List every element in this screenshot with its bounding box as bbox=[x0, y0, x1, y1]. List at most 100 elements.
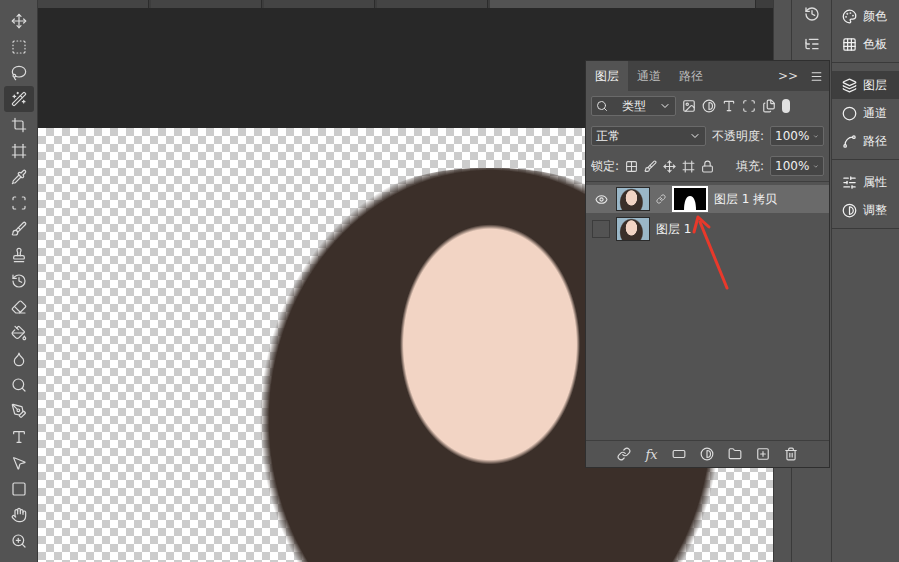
type-filter-icon[interactable] bbox=[722, 99, 736, 113]
pixel-filter-icon[interactable] bbox=[682, 99, 696, 113]
layer-row[interactable]: 图层 1 拷贝 bbox=[586, 185, 829, 213]
new-layer-icon[interactable] bbox=[756, 447, 770, 461]
tool-button[interactable] bbox=[4, 502, 34, 528]
tool-button[interactable] bbox=[4, 268, 34, 294]
layer-thumbnail bbox=[616, 217, 650, 241]
add-mask-icon[interactable] bbox=[672, 447, 686, 461]
tool-button[interactable] bbox=[4, 190, 34, 216]
tool-button[interactable] bbox=[4, 528, 34, 554]
tool-icon bbox=[11, 455, 27, 471]
mask-silhouette-icon bbox=[682, 194, 698, 210]
opacity-field[interactable]: 100% bbox=[770, 126, 824, 146]
tool-icon bbox=[11, 91, 27, 107]
lock-all-icon[interactable] bbox=[701, 160, 714, 173]
panel-icon bbox=[842, 106, 857, 121]
dock-item[interactable]: 图层 bbox=[832, 71, 899, 99]
tool-button[interactable] bbox=[4, 138, 34, 164]
overflow-button[interactable]: >> bbox=[772, 61, 804, 91]
blend-mode-dropdown[interactable]: 正常 bbox=[591, 126, 706, 146]
document-tab[interactable] bbox=[151, 0, 262, 8]
visibility-toggle[interactable] bbox=[592, 190, 610, 208]
document-tab[interactable] bbox=[377, 0, 488, 8]
tool-icon bbox=[11, 429, 27, 445]
panel-icon bbox=[842, 134, 857, 149]
tool-button[interactable] bbox=[4, 242, 34, 268]
tool-button[interactable] bbox=[4, 450, 34, 476]
tool-icon bbox=[11, 273, 27, 289]
dock-item[interactable]: 调整 bbox=[832, 196, 899, 224]
tool-button[interactable] bbox=[4, 398, 34, 424]
tool-button[interactable] bbox=[4, 112, 34, 138]
link-layers-icon[interactable] bbox=[617, 447, 631, 461]
tool-icon bbox=[11, 247, 27, 263]
document-tab[interactable] bbox=[490, 0, 756, 8]
history-icon[interactable] bbox=[804, 6, 820, 22]
tool-icon bbox=[11, 325, 27, 341]
tool-icon bbox=[11, 117, 27, 133]
tool-button[interactable] bbox=[4, 164, 34, 190]
list-icon[interactable] bbox=[804, 36, 820, 52]
panel-icon bbox=[842, 9, 857, 24]
filter-kind-dropdown[interactable]: 类型 bbox=[591, 96, 676, 116]
lock-label: 锁定: bbox=[591, 158, 619, 175]
smart-object-filter-icon[interactable] bbox=[762, 99, 776, 113]
chevron-icon bbox=[813, 131, 819, 142]
dock-item[interactable]: 色板 bbox=[832, 30, 899, 58]
dock-item[interactable]: 路径 bbox=[832, 127, 899, 155]
layers-panel: 图层通道路径>>类型正常不透明度:100%锁定:填充:100%图层 1 拷贝图层… bbox=[585, 60, 830, 468]
document-tabs bbox=[38, 0, 773, 8]
dock-item[interactable]: 通道 bbox=[832, 99, 899, 127]
photoshop-window: 颜色色板图层通道路径属性调整图层通道路径>>类型正常不透明度:100%锁定:填充… bbox=[0, 0, 899, 562]
panel-tab[interactable]: 路径 bbox=[670, 61, 712, 91]
visibility-toggle[interactable] bbox=[592, 220, 610, 238]
tool-button[interactable] bbox=[4, 86, 34, 112]
lock-transparency-icon[interactable] bbox=[625, 160, 638, 173]
tool-button[interactable] bbox=[4, 346, 34, 372]
dock-item[interactable]: 颜色 bbox=[832, 2, 899, 30]
adjustment-layer-icon[interactable] bbox=[700, 447, 714, 461]
tool-icon bbox=[11, 195, 27, 211]
chevron-icon bbox=[813, 161, 819, 172]
tool-icon bbox=[11, 351, 27, 367]
tool-button[interactable] bbox=[4, 8, 34, 34]
panel-tab[interactable]: 图层 bbox=[586, 61, 628, 91]
tool-button[interactable] bbox=[4, 216, 34, 242]
eye-icon bbox=[595, 193, 608, 206]
panel-icon bbox=[842, 37, 857, 52]
chain-icon[interactable] bbox=[656, 194, 666, 204]
adjustment-filter-icon[interactable] bbox=[702, 99, 716, 113]
blend-row: 正常不透明度: 100% bbox=[586, 121, 829, 151]
document-tab[interactable] bbox=[38, 0, 149, 8]
lock-artboard-icon[interactable] bbox=[682, 160, 695, 173]
layer-mask-thumbnail[interactable] bbox=[672, 186, 708, 212]
dock-group: 图层通道路径 bbox=[832, 71, 899, 160]
lock-position-icon[interactable] bbox=[663, 160, 676, 173]
dock-group: 颜色色板 bbox=[832, 2, 899, 63]
tool-button[interactable] bbox=[4, 34, 34, 60]
trash-icon[interactable] bbox=[784, 447, 798, 461]
menu-button[interactable] bbox=[804, 61, 829, 91]
tool-button[interactable] bbox=[4, 60, 34, 86]
search-icon bbox=[596, 100, 608, 112]
lock-pixels-icon[interactable] bbox=[644, 160, 657, 173]
panel-icon bbox=[842, 203, 857, 218]
document-tab[interactable] bbox=[264, 0, 375, 8]
dock-label: 属性 bbox=[863, 174, 887, 191]
tool-button[interactable] bbox=[4, 294, 34, 320]
menu-icon bbox=[810, 70, 823, 83]
tool-button[interactable] bbox=[4, 424, 34, 450]
dock-item[interactable]: 属性 bbox=[832, 168, 899, 196]
filter-toggle[interactable] bbox=[782, 99, 790, 113]
panel-tab[interactable]: 通道 bbox=[628, 61, 670, 91]
shape-filter-icon[interactable] bbox=[742, 99, 756, 113]
tool-icon bbox=[11, 169, 27, 185]
layer-name: 图层 1 拷贝 bbox=[714, 191, 777, 208]
layer-style-button[interactable]: fx bbox=[645, 447, 657, 462]
group-folder-icon[interactable] bbox=[728, 447, 742, 461]
tool-button[interactable] bbox=[4, 476, 34, 502]
tool-button[interactable] bbox=[4, 372, 34, 398]
opacity-label: 不透明度: bbox=[712, 128, 764, 145]
fill-field[interactable]: 100% bbox=[770, 156, 824, 176]
dock-label: 路径 bbox=[863, 133, 887, 150]
tool-button[interactable] bbox=[4, 320, 34, 346]
